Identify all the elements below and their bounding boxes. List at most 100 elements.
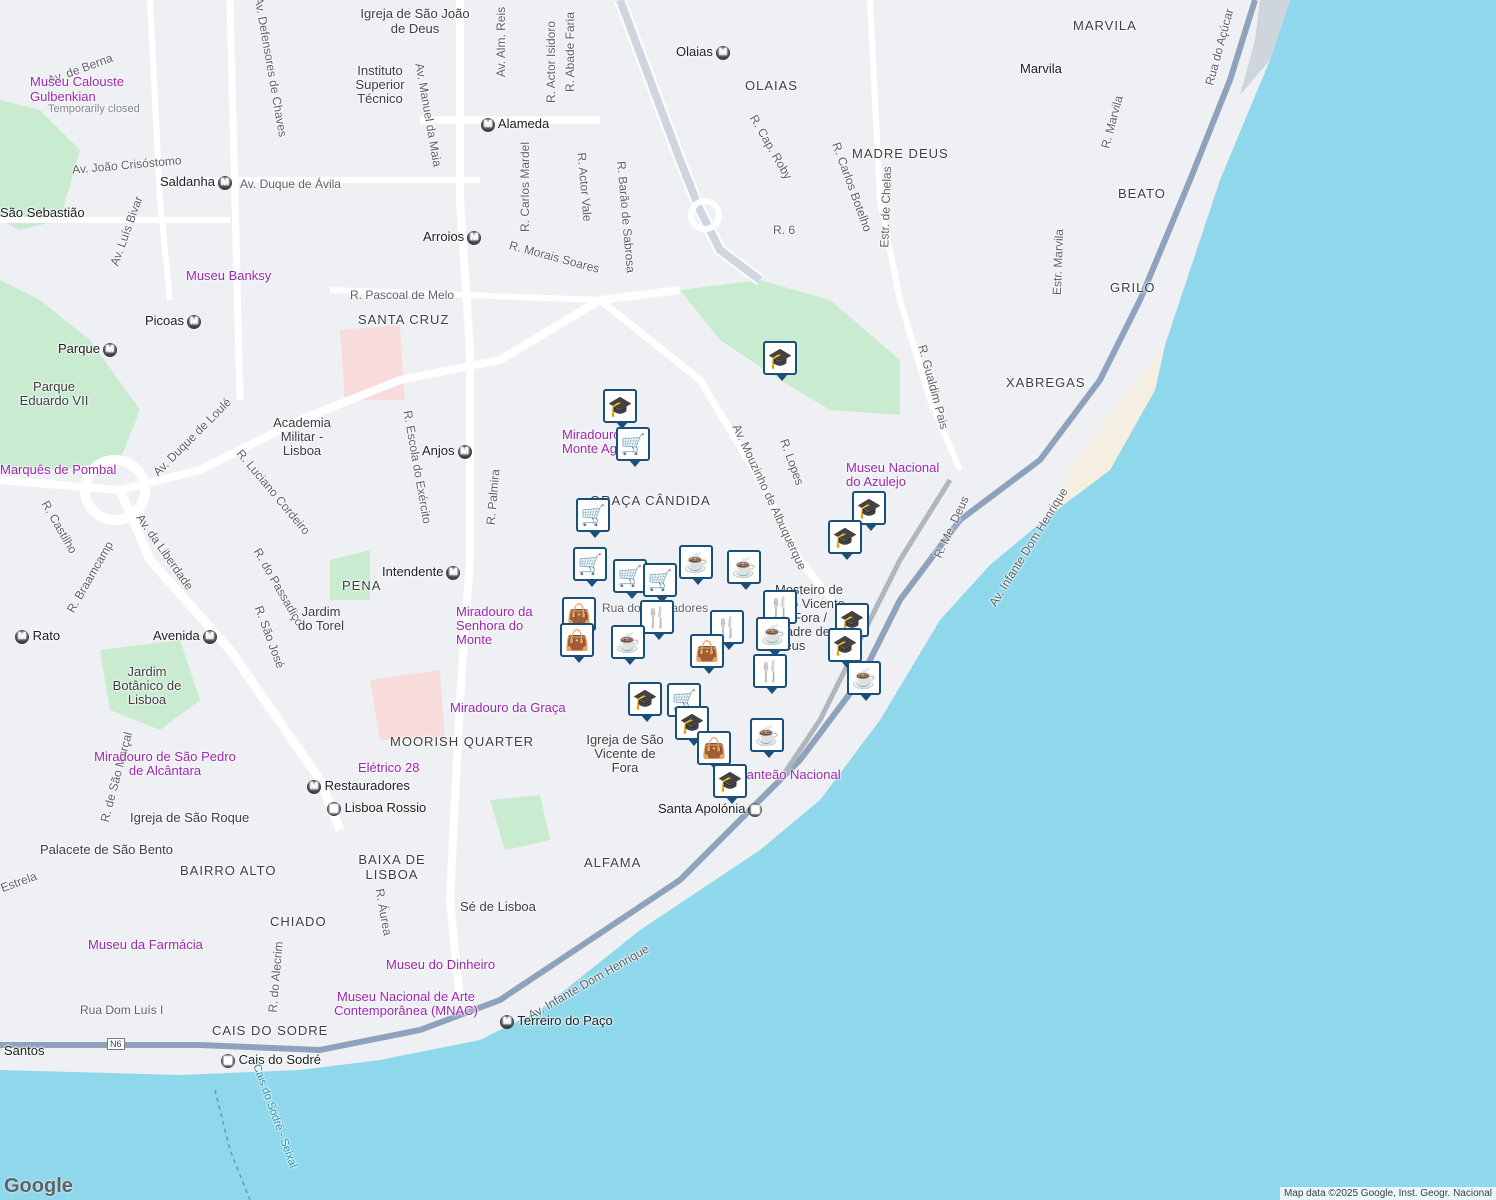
station-olaias[interactable]: Olaias M bbox=[676, 44, 730, 60]
restaurant-pin-icon[interactable]: 🍴 bbox=[753, 654, 787, 694]
poi-azulejo[interactable]: Museu Nacional do Azulejo bbox=[846, 461, 956, 489]
poi-palacete-sao-bento[interactable]: Palacete de São Bento bbox=[40, 842, 173, 857]
street-pascoal-melo: R. Pascoal de Melo bbox=[350, 288, 455, 302]
poi-eletrico-28[interactable]: Elétrico 28 bbox=[358, 760, 419, 775]
metro-icon: M bbox=[446, 565, 461, 580]
district-marvila: MARVILA bbox=[1073, 18, 1137, 33]
poi-ist[interactable]: Instituto Superior Técnico bbox=[350, 64, 410, 106]
poi-museu-dinheiro[interactable]: Museu do Dinheiro bbox=[386, 957, 495, 972]
metro-icon: M bbox=[217, 175, 232, 190]
poi-sao-roque[interactable]: Igreja de São Roque bbox=[130, 810, 249, 825]
poi-miradouro-graca[interactable]: Miradouro da Graça bbox=[450, 700, 566, 715]
station-parque[interactable]: Parque M bbox=[58, 341, 117, 357]
coffee-pin-icon[interactable]: ☕ bbox=[750, 718, 784, 758]
metro-icon: M bbox=[467, 230, 482, 245]
district-xabregas: XABREGAS bbox=[1006, 375, 1086, 390]
station-saldanha[interactable]: Saldanha M bbox=[160, 174, 232, 190]
street-carlos-mardel: R. Carlos Mardel bbox=[518, 141, 533, 233]
district-grilo: GRILO bbox=[1110, 280, 1156, 295]
district-bairro-alto: BAIRRO ALTO bbox=[180, 863, 277, 878]
station-santos[interactable]: Santos bbox=[4, 1043, 44, 1058]
shopping-cart-pin-icon[interactable]: 🛒 bbox=[573, 547, 607, 587]
poi-senhora-monte[interactable]: Miradouro da Senhora do Monte bbox=[456, 605, 546, 647]
district-olaias: OLAIAS bbox=[745, 78, 798, 93]
coffee-pin-icon[interactable]: ☕ bbox=[611, 625, 645, 665]
poi-farmacia[interactable]: Museu da Farmácia bbox=[88, 937, 203, 952]
metro-icon: M bbox=[457, 444, 472, 459]
station-anjos[interactable]: Anjos M bbox=[422, 443, 472, 459]
education-pin-icon[interactable]: 🎓 bbox=[628, 682, 662, 722]
coffee-pin-icon[interactable]: ☕ bbox=[679, 545, 713, 585]
map-attribution[interactable]: Map data ©2025 Google, Inst. Geogr. Naci… bbox=[1279, 1187, 1496, 1200]
district-santa-cruz: SANTA CRUZ bbox=[358, 312, 450, 327]
coffee-pin-icon[interactable]: ☕ bbox=[727, 550, 761, 590]
district-madre-deus: MADRE DEUS bbox=[852, 146, 949, 161]
station-restauradores[interactable]: M Restauradores bbox=[304, 778, 410, 794]
station-alameda[interactable]: M Alameda bbox=[478, 116, 549, 132]
poi-gulbenkian-status: Temporarily closed bbox=[48, 103, 140, 115]
coffee-pin-icon[interactable]: ☕ bbox=[847, 661, 881, 701]
shopping-cart-pin-icon[interactable]: 🛒 bbox=[613, 559, 647, 599]
street-duque-avila: Av. Duque de Ávila bbox=[240, 177, 341, 191]
education-pin-icon[interactable]: 🎓 bbox=[828, 628, 862, 668]
station-santa-apolonia[interactable]: Santa Apolónia ▣ bbox=[658, 801, 763, 817]
poi-sao-pedro-alcantara[interactable]: Miradouro de São Pedro de Alcântara bbox=[90, 750, 240, 778]
station-sao-sebastiao[interactable]: São Sebastião bbox=[0, 205, 85, 220]
district-alfama: ALFAMA bbox=[584, 855, 642, 870]
coffee-pin-icon[interactable]: ☕ bbox=[756, 617, 790, 657]
metro-icon: M bbox=[187, 314, 202, 329]
street-abade-faria: R. Abade Faria bbox=[563, 11, 578, 93]
station-intendente[interactable]: Intendente M bbox=[382, 564, 461, 580]
poi-marques-pombal[interactable]: Marquês de Pombal bbox=[0, 462, 116, 477]
metro-icon: M bbox=[15, 629, 29, 644]
road-shield-n6: N6 bbox=[107, 1038, 125, 1050]
poi-igreja-sjdeus[interactable]: Igreja de São João de Deus bbox=[360, 6, 470, 36]
poi-panteao[interactable]: Panteão Nacional bbox=[738, 767, 841, 782]
district-pena: PENA bbox=[342, 578, 382, 593]
park-castelo bbox=[490, 795, 550, 850]
metro-icon: M bbox=[307, 779, 321, 794]
poi-mnac[interactable]: Museu Nacional de Arte Contemporânea (MN… bbox=[296, 990, 516, 1018]
station-arroios[interactable]: Arroios M bbox=[423, 229, 482, 245]
poi-jardim-botanico[interactable]: Jardim Botânico de Lisboa bbox=[112, 665, 182, 707]
metro-icon: M bbox=[500, 1014, 514, 1029]
train-icon: ▣ bbox=[327, 801, 341, 816]
district-moorish-quarter: MOORISH QUARTER bbox=[390, 734, 535, 749]
metro-icon: M bbox=[202, 629, 217, 644]
metro-icon: M bbox=[715, 45, 730, 60]
station-cais-sodre[interactable]: ▣ Cais do Sodré bbox=[218, 1052, 321, 1068]
poi-sao-vicente[interactable]: Igreja de São Vicente de Fora bbox=[580, 733, 670, 775]
street-chelas: Estr. de Chelas bbox=[877, 166, 895, 248]
poi-academia-militar[interactable]: Academia Militar - Lisboa bbox=[262, 416, 342, 458]
station-rossio[interactable]: ▣ Lisboa Rossio bbox=[324, 800, 426, 816]
station-avenida[interactable]: Avenida M bbox=[153, 628, 217, 644]
station-marvila[interactable]: Marvila bbox=[1020, 61, 1062, 76]
poi-museu-banksy[interactable]: Museu Banksy bbox=[186, 268, 271, 283]
street-r6: R. 6 bbox=[773, 223, 796, 237]
poi-jardim-torel[interactable]: Jardim do Torel bbox=[296, 605, 346, 633]
shopping-bag-pin-icon[interactable]: 👜 bbox=[690, 634, 724, 674]
train-icon: ▣ bbox=[221, 1053, 235, 1068]
education-pin-icon[interactable]: 🎓 bbox=[763, 341, 797, 381]
shopping-cart-pin-icon[interactable]: 🛒 bbox=[576, 498, 610, 538]
shopping-bag-pin-icon[interactable]: 👜 bbox=[560, 623, 594, 663]
station-picoas[interactable]: Picoas M bbox=[145, 313, 202, 329]
education-pin-icon[interactable]: 🎓 bbox=[828, 520, 862, 560]
shopping-cart-pin-icon[interactable]: 🛒 bbox=[643, 563, 677, 603]
street-estr-marvila: Estr. Marvila bbox=[1049, 228, 1067, 296]
shopping-bag-pin-icon[interactable]: 👜 bbox=[697, 731, 731, 771]
district-baixa: BAIXA DE LISBOA bbox=[358, 852, 426, 882]
street-alm-reis: Av. Alm. Reis bbox=[494, 6, 509, 78]
poi-parque-eduardo[interactable]: Parque Eduardo VII bbox=[14, 380, 94, 408]
google-logo: Google bbox=[4, 1175, 73, 1197]
station-terreiro-paco[interactable]: M Terreiro do Paço bbox=[497, 1013, 613, 1029]
education-pin-icon[interactable]: 🎓 bbox=[603, 389, 637, 429]
poi-se-lisboa[interactable]: Sé de Lisboa bbox=[460, 899, 536, 914]
education-pin-icon[interactable]: 🎓 bbox=[713, 764, 747, 804]
poi-gulbenkian[interactable]: Museu Calouste Gulbenkian bbox=[30, 74, 140, 104]
hospital-sjose bbox=[370, 670, 445, 740]
street-dom-luis: Rua Dom Luís I bbox=[80, 1003, 164, 1017]
station-rato[interactable]: M Rato bbox=[12, 628, 60, 644]
shopping-cart-pin-icon[interactable]: 🛒 bbox=[616, 427, 650, 467]
restaurant-pin-icon[interactable]: 🍴 bbox=[640, 600, 674, 640]
